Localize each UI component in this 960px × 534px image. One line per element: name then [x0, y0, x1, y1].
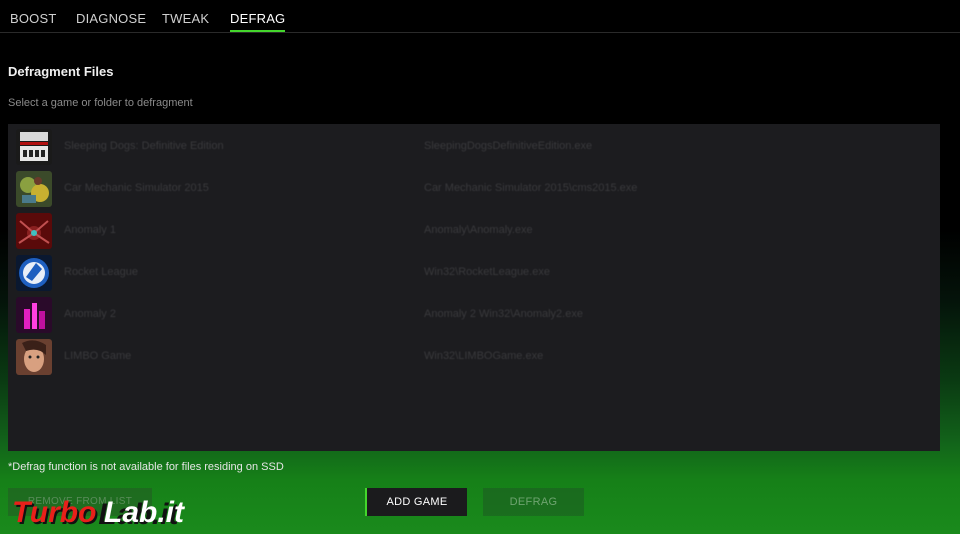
top-tab-bar: BOOST DIAGNOSE TWEAK DEFRAG [0, 0, 960, 33]
svg-text:Turbo: Turbo [12, 496, 96, 529]
tab-boost[interactable]: BOOST [10, 11, 57, 26]
game-name: Car Mechanic Simulator 2015 [64, 182, 209, 194]
page-subtitle: Select a game or folder to defragment [8, 97, 193, 109]
svg-text:Lab.it: Lab.it [104, 496, 186, 529]
portrait-icon [16, 339, 52, 375]
game-path: Car Mechanic Simulator 2015\cms2015.exe [424, 182, 638, 194]
pink-tower-icon [16, 297, 52, 333]
game-path: SleepingDogsDefinitiveEdition.exe [424, 140, 593, 152]
page-title: Defragment Files [8, 64, 114, 79]
car-mechanic-icon [16, 171, 52, 207]
game-name: Anomaly 1 [64, 224, 116, 236]
spider-icon [16, 213, 52, 249]
game-list: Sleeping Dogs: Definitive Edition Sleepi… [8, 124, 940, 451]
turbolab-watermark-logo: TurboLab.it Turbo Lab.it [12, 496, 186, 531]
rocket-league-icon [16, 255, 52, 291]
game-path: Win32\RocketLeague.exe [424, 266, 550, 278]
game-name: Sleeping Dogs: Definitive Edition [64, 140, 224, 152]
tab-tweak[interactable]: TWEAK [162, 11, 209, 26]
defrag-button[interactable]: DEFRAG [483, 488, 584, 516]
list-item[interactable]: LIMBO Game Win32\LIMBOGame.exe [8, 336, 940, 378]
game-path: Anomaly\Anomaly.exe [424, 224, 533, 236]
tab-diagnose[interactable]: DIAGNOSE [76, 11, 146, 26]
sleeping-dogs-icon [16, 129, 52, 165]
list-item[interactable]: Anomaly 2 Anomaly 2 Win32\Anomaly2.exe [8, 294, 940, 336]
game-path: Anomaly 2 Win32\Anomaly2.exe [424, 308, 583, 320]
game-name: Rocket League [64, 266, 138, 278]
game-name: Anomaly 2 [64, 308, 116, 320]
list-item[interactable]: Car Mechanic Simulator 2015 Car Mechanic… [8, 168, 940, 210]
ssd-note: *Defrag function is not available for fi… [8, 461, 284, 473]
game-path: Win32\LIMBOGame.exe [424, 350, 544, 362]
list-item[interactable]: Anomaly 1 Anomaly\Anomaly.exe [8, 210, 940, 252]
game-name: LIMBO Game [64, 350, 132, 362]
list-item[interactable]: Rocket League Win32\RocketLeague.exe [8, 252, 940, 294]
list-item[interactable]: Sleeping Dogs: Definitive Edition Sleepi… [8, 126, 940, 168]
add-game-button[interactable]: ADD GAME [365, 488, 467, 516]
tab-defrag[interactable]: DEFRAG [230, 11, 286, 32]
